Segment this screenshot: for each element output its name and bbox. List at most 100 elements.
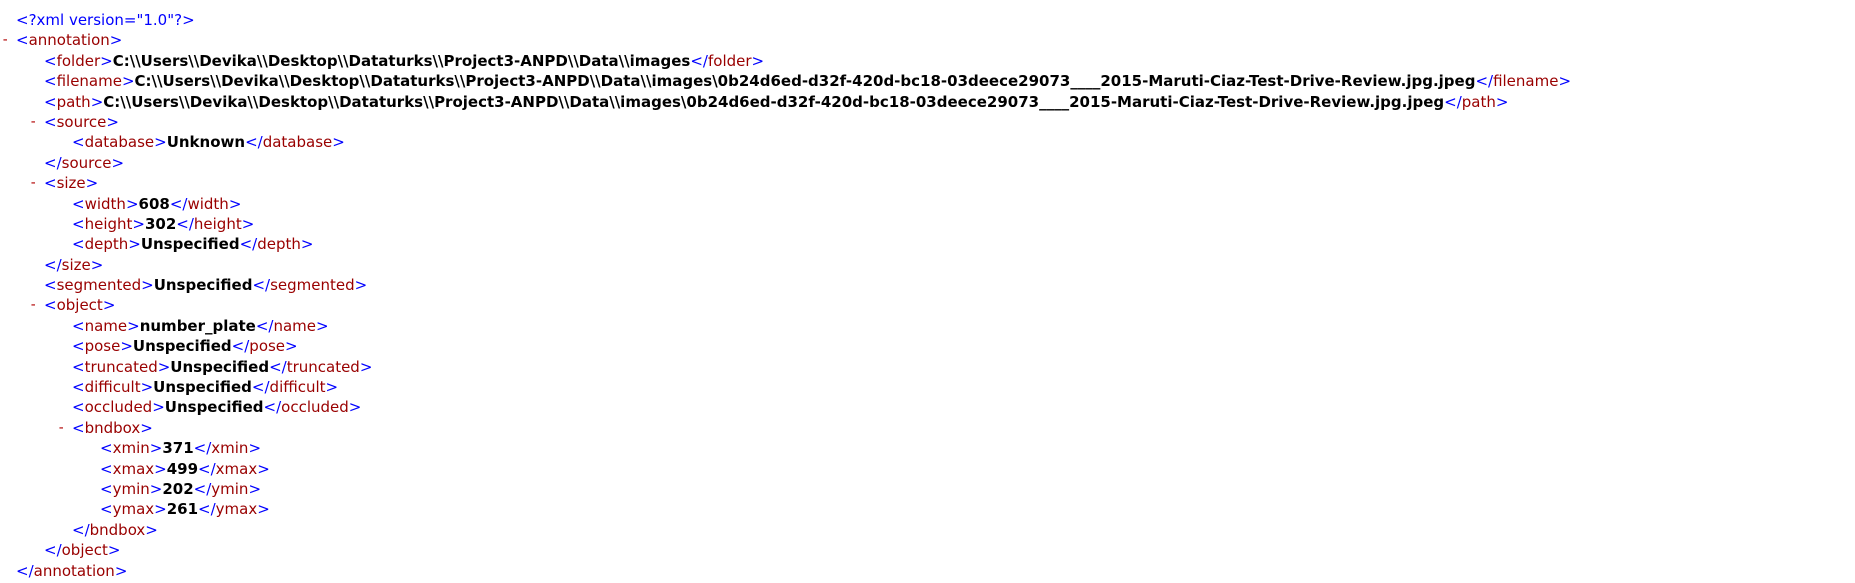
element-value: 499 xyxy=(166,459,199,478)
xml-line-leaf-height: <height>302</height> xyxy=(0,214,1855,234)
xml-open-content: <size> xyxy=(44,173,98,193)
close-bracket: > xyxy=(127,316,140,335)
open-bracket: < xyxy=(72,337,85,356)
collapse-toggle-source[interactable]: - xyxy=(29,112,37,132)
collapse-toggle-annotation[interactable]: - xyxy=(1,30,9,50)
open-bracket: < xyxy=(44,51,57,70)
close-bracket: > xyxy=(248,439,262,458)
open-bracket: </ xyxy=(198,500,216,519)
xml-leaf-content: <path>C:\\Users\\Devika\\Desktop\\Datatu… xyxy=(44,92,1508,112)
xml-line-leaf-width: <width>608</width> xyxy=(0,194,1855,214)
element-value: 608 xyxy=(138,194,170,213)
closing-tag-name: difficult xyxy=(269,378,326,397)
closing-tag-name: filename xyxy=(1493,72,1559,91)
xml-line-leaf-ymax: <ymax>261</ymax> xyxy=(0,499,1855,519)
close-bracket: > xyxy=(332,133,345,152)
close-bracket: > xyxy=(149,479,163,498)
close-bracket: > xyxy=(145,520,158,539)
xml-open-content: <source> xyxy=(44,112,119,132)
collapse-toggle-size[interactable]: - xyxy=(29,173,37,193)
xml-leaf-content: <xmin>371</xmin> xyxy=(100,438,261,458)
tag-name: occluded xyxy=(84,398,153,417)
open-bracket: </ xyxy=(72,520,90,539)
close-bracket: > xyxy=(121,72,135,91)
collapse-toggle-object[interactable]: - xyxy=(29,295,37,315)
closing-tag-name: path xyxy=(1461,92,1496,111)
xml-line-leaf-pose: <pose>Unspecified</pose> xyxy=(0,336,1855,356)
close-bracket: > xyxy=(316,316,329,335)
xml-leaf-content: <pose>Unspecified</pose> xyxy=(72,336,298,356)
open-bracket: < xyxy=(72,214,85,233)
open-bracket: < xyxy=(100,439,113,458)
xml-line-leaf-xmin: <xmin>371</xmin> xyxy=(0,438,1855,458)
open-bracket: < xyxy=(72,235,85,254)
element-value: 302 xyxy=(144,214,177,233)
xml-line-open-source: - <source> xyxy=(0,112,1855,132)
open-bracket: </ xyxy=(239,235,258,254)
closing-tag-name: name xyxy=(273,316,317,335)
xml-line-leaf-difficult: <difficult>Unspecified</difficult> xyxy=(0,377,1855,397)
tag-name: depth xyxy=(84,235,129,254)
open-bracket: </ xyxy=(44,153,62,172)
xml-leaf-content: <occluded>Unspecified</occluded> xyxy=(72,397,361,417)
xml-line-close-bndbox: </bndbox> xyxy=(0,520,1855,540)
open-bracket: < xyxy=(44,112,57,131)
open-bracket: < xyxy=(72,194,85,213)
tag-name: size xyxy=(61,255,91,274)
closing-tag-name: width xyxy=(187,194,229,213)
xml-leaf-content: <database>Unknown</database> xyxy=(72,132,345,152)
xml-leaf-content: <ymin>202</ymin> xyxy=(100,479,261,499)
tag-name: difficult xyxy=(84,378,141,397)
tag-name: annotation xyxy=(28,31,110,50)
open-bracket: </ xyxy=(1444,92,1462,111)
open-bracket: </ xyxy=(251,378,270,397)
close-bracket: > xyxy=(751,51,765,70)
tag-name: truncated xyxy=(84,357,158,376)
close-bracket: > xyxy=(257,500,270,519)
xml-line-close-size: </size> xyxy=(0,255,1855,275)
xml-line-leaf-database: <database>Unknown</database> xyxy=(0,132,1855,152)
xml-line-leaf-xmax: <xmax>499</xmax> xyxy=(0,459,1855,479)
close-bracket: > xyxy=(1495,92,1509,111)
xml-leaf-content: <height>302</height> xyxy=(72,214,254,234)
close-bracket: > xyxy=(90,255,104,274)
close-bracket: > xyxy=(141,276,154,295)
xml-close-content: </bndbox> xyxy=(72,520,158,540)
xml-declaration-line: <?xml version="1.0"?> xyxy=(0,10,1855,30)
xml-line-close-annotation: </annotation> xyxy=(0,561,1855,581)
open-bracket: </ xyxy=(269,357,287,376)
closing-tag-name: depth xyxy=(257,235,301,254)
close-bracket: > xyxy=(111,153,125,172)
xml-line-leaf-name: <name>number_plate</name> xyxy=(0,316,1855,336)
closing-tag-name: truncated xyxy=(286,357,360,376)
close-bracket: > xyxy=(152,398,165,417)
tag-name: source xyxy=(61,153,112,172)
close-bracket: > xyxy=(154,133,167,152)
xml-leaf-content: <folder>C:\\Users\\Devika\\Desktop\\Data… xyxy=(44,51,764,71)
xml-line-open-annotation: - <annotation> xyxy=(0,30,1855,50)
open-bracket: < xyxy=(72,357,85,376)
tag-name: filename xyxy=(56,72,122,91)
closing-tag-name: database xyxy=(262,133,333,152)
xml-line-leaf-depth: <depth>Unspecified</depth> xyxy=(0,234,1855,254)
close-bracket: > xyxy=(248,479,262,498)
open-bracket: < xyxy=(44,174,57,193)
tag-name: path xyxy=(56,92,91,111)
tag-name: annotation xyxy=(33,561,115,580)
tag-name: bndbox xyxy=(89,520,146,539)
open-bracket: </ xyxy=(44,255,62,274)
element-value: Unspecified xyxy=(153,378,252,397)
xml-leaf-content: <filename>C:\\Users\\Devika\\Desktop\\Da… xyxy=(44,71,1571,91)
close-bracket: > xyxy=(140,378,154,397)
element-value: Unspecified xyxy=(170,357,270,376)
closing-tag-name: height xyxy=(193,214,242,233)
element-value: Unspecified xyxy=(140,235,240,254)
element-value: C:\\Users\\Devika\\Desktop\\Dataturks\\P… xyxy=(112,51,691,70)
open-bracket: </ xyxy=(16,561,34,580)
close-bracket: > xyxy=(359,357,373,376)
xml-close-content: </annotation> xyxy=(16,561,127,581)
collapse-toggle-bndbox[interactable]: - xyxy=(57,418,65,438)
xml-line-leaf-ymin: <ymin>202</ymin> xyxy=(0,479,1855,499)
xml-leaf-content: <name>number_plate</name> xyxy=(72,316,329,336)
open-bracket: </ xyxy=(1475,72,1494,91)
